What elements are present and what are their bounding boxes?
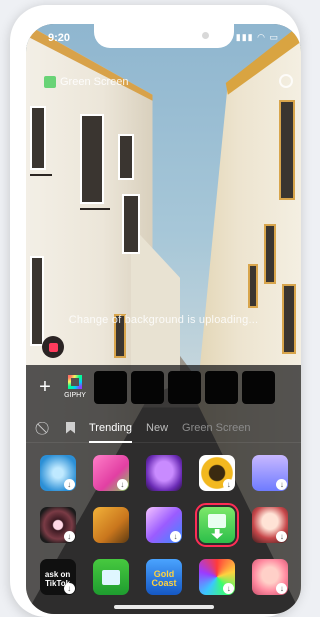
download-icon: ↓ <box>276 583 288 594</box>
effects-panel: + GIPHY ⃠ Trending New Green Screen <box>26 365 301 614</box>
window <box>279 100 295 200</box>
giphy-button[interactable]: GIPHY <box>60 369 90 405</box>
arrow-down-icon <box>211 529 224 539</box>
upload-photo-effect-icon <box>92 559 129 595</box>
ask-on-tiktok-effect-icon: ask on TikTok ↓ <box>39 559 76 595</box>
download-icon: ↓ <box>276 479 288 490</box>
window <box>248 264 258 308</box>
face-portrait-effect-icon: ↓ <box>39 507 76 543</box>
download-icon: ↓ <box>116 479 128 490</box>
window <box>264 224 276 284</box>
photo-glyph <box>101 570 120 585</box>
tile-text: Gold Coast <box>151 569 177 588</box>
clone-effect-icon: ↓ <box>145 507 182 543</box>
window <box>118 134 134 180</box>
window <box>122 194 140 254</box>
media-slot[interactable] <box>242 370 275 404</box>
effect-title-label: Green Screen <box>60 76 129 88</box>
pink-leaf-effect-icon: ↓ <box>92 455 129 491</box>
effect-tile[interactable]: ↓ <box>34 453 81 493</box>
media-slot[interactable] <box>205 370 238 404</box>
add-media-button[interactable]: + <box>34 372 56 402</box>
snowflake-effect-icon: ↓ <box>39 455 76 491</box>
phone-notch <box>94 24 234 48</box>
effect-tile[interactable]: ↓ <box>194 557 241 597</box>
home-indicator[interactable] <box>113 605 214 609</box>
effect-tile[interactable]: ↓ <box>34 505 81 545</box>
image-glyph <box>208 514 227 528</box>
balcony-rail <box>80 208 110 210</box>
status-time: 9:20 <box>48 32 71 44</box>
camera-dot <box>202 32 209 39</box>
effect-tile[interactable] <box>87 505 134 545</box>
download-icon: ↓ <box>63 479 75 490</box>
settings-gear-icon[interactable] <box>279 74 293 88</box>
download-icon: ↓ <box>169 531 181 542</box>
effect-tile[interactable]: ↓ <box>247 557 294 597</box>
download-icon: ↓ <box>63 583 75 594</box>
gold-ring-effect-icon: ↓ <box>199 455 236 491</box>
no-effect-icon[interactable]: ⃠ <box>38 421 52 435</box>
giphy-icon <box>68 375 82 389</box>
balcony-rail <box>30 174 52 176</box>
tab-new[interactable]: New <box>146 422 168 434</box>
media-slot[interactable] <box>168 370 201 404</box>
giphy-label: GIPHY <box>64 392 86 399</box>
tab-trending[interactable]: Trending <box>89 422 133 443</box>
effect-tile[interactable] <box>87 557 134 597</box>
picture-frame-effect-icon <box>92 507 129 543</box>
window <box>30 106 46 170</box>
effect-tile[interactable]: ↓ <box>140 505 187 545</box>
effect-tile[interactable]: ↓ <box>87 453 134 493</box>
bookmark-icon[interactable] <box>66 421 75 434</box>
purple-balloon-effect-icon <box>145 455 182 491</box>
upload-status-text: Change of background is uploading... <box>68 314 259 326</box>
effect-tile[interactable]: Gold Coast <box>140 557 187 597</box>
download-icon: ↓ <box>276 531 288 542</box>
effects-tabs: ⃠ Trending New Green Screen <box>26 413 301 443</box>
media-slot[interactable] <box>131 370 164 404</box>
window <box>80 114 104 204</box>
avatar-effect-icon: ↓ <box>252 455 289 491</box>
effect-tile[interactable]: ↓ <box>247 453 294 493</box>
effect-tile[interactable]: ↓ <box>194 453 241 493</box>
record-button[interactable] <box>42 336 64 358</box>
download-icon: ↓ <box>63 531 75 542</box>
effect-tile[interactable] <box>140 453 187 493</box>
camera-screen: 9:20 ▮▮▮ ◠ ▭ Green Screen Change of back… <box>26 24 301 614</box>
effect-tile-selected[interactable] <box>194 503 241 547</box>
status-icons: ▮▮▮ ◠ ▭ <box>235 32 279 42</box>
rainbow-effect-icon: ↓ <box>199 559 236 595</box>
phone-frame: 9:20 ▮▮▮ ◠ ▭ Green Screen Change of back… <box>10 5 301 617</box>
effects-grid: ↓ ↓ ↓ ↓ ↓ ↓ ↓ ask on TikTok ↓ Gold Coast … <box>34 453 294 597</box>
download-icon: ↓ <box>223 479 235 490</box>
tab-green-screen[interactable]: Green Screen <box>182 422 250 434</box>
media-strip: + GIPHY <box>26 365 301 409</box>
beauty-face-effect-icon: ↓ <box>252 559 289 595</box>
window <box>30 256 44 346</box>
face-mask-effect-icon: ↓ <box>252 507 289 543</box>
green-screen-effect-icon <box>195 503 240 547</box>
media-slot[interactable] <box>94 370 127 404</box>
download-icon: ↓ <box>223 583 235 594</box>
green-screen-icon <box>44 76 56 88</box>
effect-tile[interactable]: ↓ <box>247 505 294 545</box>
effect-tile[interactable]: ask on TikTok ↓ <box>34 557 81 597</box>
gold-coast-effect-icon: Gold Coast <box>145 559 182 595</box>
effect-title[interactable]: Green Screen <box>44 76 128 88</box>
